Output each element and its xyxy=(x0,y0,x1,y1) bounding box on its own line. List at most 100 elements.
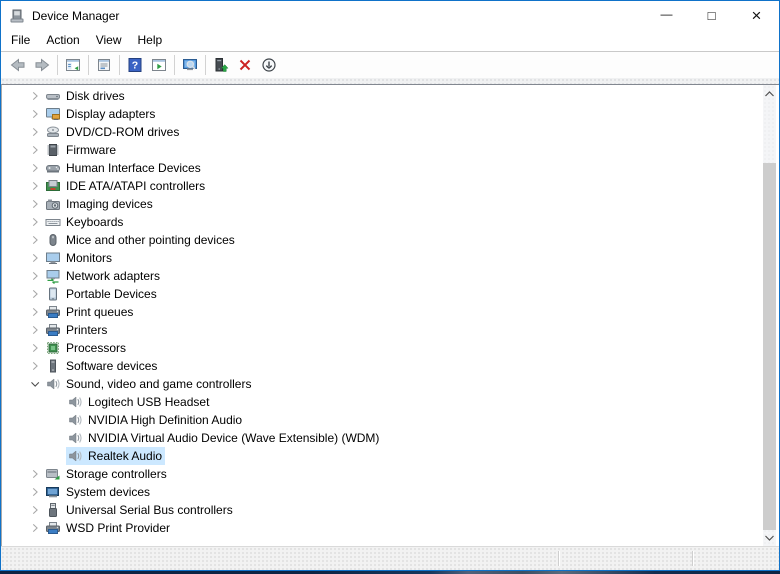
chevron-expanded-icon[interactable] xyxy=(26,376,44,392)
row-content: Human Interface Devices xyxy=(44,159,204,177)
disable-icon xyxy=(261,57,277,73)
uninstall-device-button[interactable] xyxy=(233,54,257,76)
update-driver-button[interactable] xyxy=(209,54,233,76)
show-hide-console-tree-button[interactable] xyxy=(61,54,85,76)
tree-item-portable-devices[interactable]: Portable Devices xyxy=(2,285,779,303)
row-content: Logitech USB Headset xyxy=(66,393,212,411)
tree-item-label: Portable Devices xyxy=(66,287,157,301)
chevron-collapsed-icon[interactable] xyxy=(26,268,44,284)
tree-item-dvd-cd-rom-drives[interactable]: DVD/CD-ROM drives xyxy=(2,123,779,141)
row-content: Imaging devices xyxy=(44,195,156,213)
properties-button[interactable] xyxy=(92,54,116,76)
tree-item-disk-drives[interactable]: Disk drives xyxy=(2,87,779,105)
chevron-collapsed-icon[interactable] xyxy=(26,304,44,320)
processor-icon xyxy=(45,340,61,356)
disk-drive-icon xyxy=(45,88,61,104)
row-content: Software devices xyxy=(44,357,160,375)
chevron-collapsed-icon[interactable] xyxy=(26,106,44,122)
tree-item-system-devices[interactable]: System devices xyxy=(2,483,779,501)
chevron-collapsed-icon[interactable] xyxy=(26,160,44,176)
title-bar[interactable]: Device Manager — □ × xyxy=(1,1,779,30)
scroll-down-button[interactable] xyxy=(763,529,776,546)
tree-item-nvidia-virtual-audio-device-wave-extensible-wdm[interactable]: NVIDIA Virtual Audio Device (Wave Extens… xyxy=(2,429,779,447)
chevron-collapsed-icon[interactable] xyxy=(26,520,44,536)
tree-item-keyboards[interactable]: Keyboards xyxy=(2,213,779,231)
tree-item-universal-serial-bus-controllers[interactable]: Universal Serial Bus controllers xyxy=(2,501,779,519)
vertical-scrollbar[interactable] xyxy=(763,85,776,546)
menu-help[interactable]: Help xyxy=(130,31,171,50)
tree-item-firmware[interactable]: Firmware xyxy=(2,141,779,159)
chevron-collapsed-icon[interactable] xyxy=(26,502,44,518)
chevron-collapsed-icon[interactable] xyxy=(26,250,44,266)
chevron-collapsed-icon[interactable] xyxy=(26,142,44,158)
show-hide-action-pane-button[interactable] xyxy=(147,54,171,76)
tree-item-label: NVIDIA High Definition Audio xyxy=(88,413,243,427)
device-tree: Disk drives Display adapters DVD/CD-ROM dr… xyxy=(2,87,779,537)
window-title: Device Manager xyxy=(32,8,120,23)
chevron-collapsed-icon[interactable] xyxy=(26,358,44,374)
toolbar-separator xyxy=(57,55,58,75)
tree-item-ide-ata-atapi-controllers[interactable]: IDE ATA/ATAPI controllers xyxy=(2,177,779,195)
chevron-collapsed-icon[interactable] xyxy=(26,124,44,140)
close-button[interactable]: × xyxy=(734,1,779,30)
device-manager-app-icon xyxy=(9,8,25,24)
close-icon: × xyxy=(751,5,762,25)
help-button[interactable]: ? xyxy=(123,54,147,76)
toolbar-separator xyxy=(119,55,120,75)
scan-for-hardware-changes-button[interactable] xyxy=(178,54,202,76)
tree-item-label: Printers xyxy=(66,323,108,337)
maximize-button[interactable]: □ xyxy=(689,1,734,30)
row-content: Universal Serial Bus controllers xyxy=(44,501,236,519)
display-adapter-icon xyxy=(45,106,61,122)
menu-view[interactable]: View xyxy=(88,31,130,50)
row-content: NVIDIA Virtual Audio Device (Wave Extens… xyxy=(66,429,382,447)
menu-file[interactable]: File xyxy=(3,31,38,50)
tree-item-network-adapters[interactable]: Network adapters xyxy=(2,267,779,285)
chevron-collapsed-icon[interactable] xyxy=(26,214,44,230)
row-content: Sound, video and game controllers xyxy=(44,375,254,393)
tree-item-print-queues[interactable]: Print queues xyxy=(2,303,779,321)
disable-device-button[interactable] xyxy=(257,54,281,76)
chevron-placeholder xyxy=(48,412,66,428)
chevron-collapsed-icon[interactable] xyxy=(26,484,44,500)
imaging-camera-icon xyxy=(45,196,61,212)
tree-item-imaging-devices[interactable]: Imaging devices xyxy=(2,195,779,213)
chevron-collapsed-icon[interactable] xyxy=(26,286,44,302)
toolbar-separator xyxy=(174,55,175,75)
chevron-collapsed-icon[interactable] xyxy=(26,466,44,482)
row-content: DVD/CD-ROM drives xyxy=(44,123,182,141)
chevron-collapsed-icon[interactable] xyxy=(26,232,44,248)
row-content: System devices xyxy=(44,483,153,501)
tree-item-sound-video-and-game-controllers[interactable]: Sound, video and game controllers xyxy=(2,375,779,393)
tree-item-label: Processors xyxy=(66,341,127,355)
tree-item-monitors[interactable]: Monitors xyxy=(2,249,779,267)
tree-item-processors[interactable]: Processors xyxy=(2,339,779,357)
tree-item-logitech-usb-headset[interactable]: Logitech USB Headset xyxy=(2,393,779,411)
scroll-up-button[interactable] xyxy=(763,85,776,102)
chevron-collapsed-icon[interactable] xyxy=(26,178,44,194)
toolbar-separator xyxy=(88,55,89,75)
tree-item-realtek-audio[interactable]: Realtek Audio xyxy=(2,447,779,465)
minimize-button[interactable]: — xyxy=(644,1,689,30)
tree-item-software-devices[interactable]: Software devices xyxy=(2,357,779,375)
tree-item-label: DVD/CD-ROM drives xyxy=(66,125,180,139)
chevron-collapsed-icon[interactable] xyxy=(26,322,44,338)
chevron-collapsed-icon[interactable] xyxy=(26,340,44,356)
row-content: WSD Print Provider xyxy=(44,519,173,537)
tree-item-human-interface-devices[interactable]: Human Interface Devices xyxy=(2,159,779,177)
uninstall-icon xyxy=(237,57,253,73)
tree-item-mice-and-other-pointing-devices[interactable]: Mice and other pointing devices xyxy=(2,231,779,249)
tree-item-printers[interactable]: Printers xyxy=(2,321,779,339)
scrollbar-thumb[interactable] xyxy=(763,163,776,530)
window-controls: — □ × xyxy=(644,1,779,30)
tree-item-label: Keyboards xyxy=(66,215,124,229)
tree-item-display-adapters[interactable]: Display adapters xyxy=(2,105,779,123)
tree-item-storage-controllers[interactable]: Storage controllers xyxy=(2,465,779,483)
tree-item-nvidia-high-definition-audio[interactable]: NVIDIA High Definition Audio xyxy=(2,411,779,429)
tree-item-label: Mice and other pointing devices xyxy=(66,233,235,247)
tree-item-wsd-print-provider[interactable]: WSD Print Provider xyxy=(2,519,779,537)
menu-action[interactable]: Action xyxy=(38,31,87,50)
tree-item-label: Logitech USB Headset xyxy=(88,395,210,409)
chevron-collapsed-icon[interactable] xyxy=(26,196,44,212)
chevron-collapsed-icon[interactable] xyxy=(26,88,44,104)
